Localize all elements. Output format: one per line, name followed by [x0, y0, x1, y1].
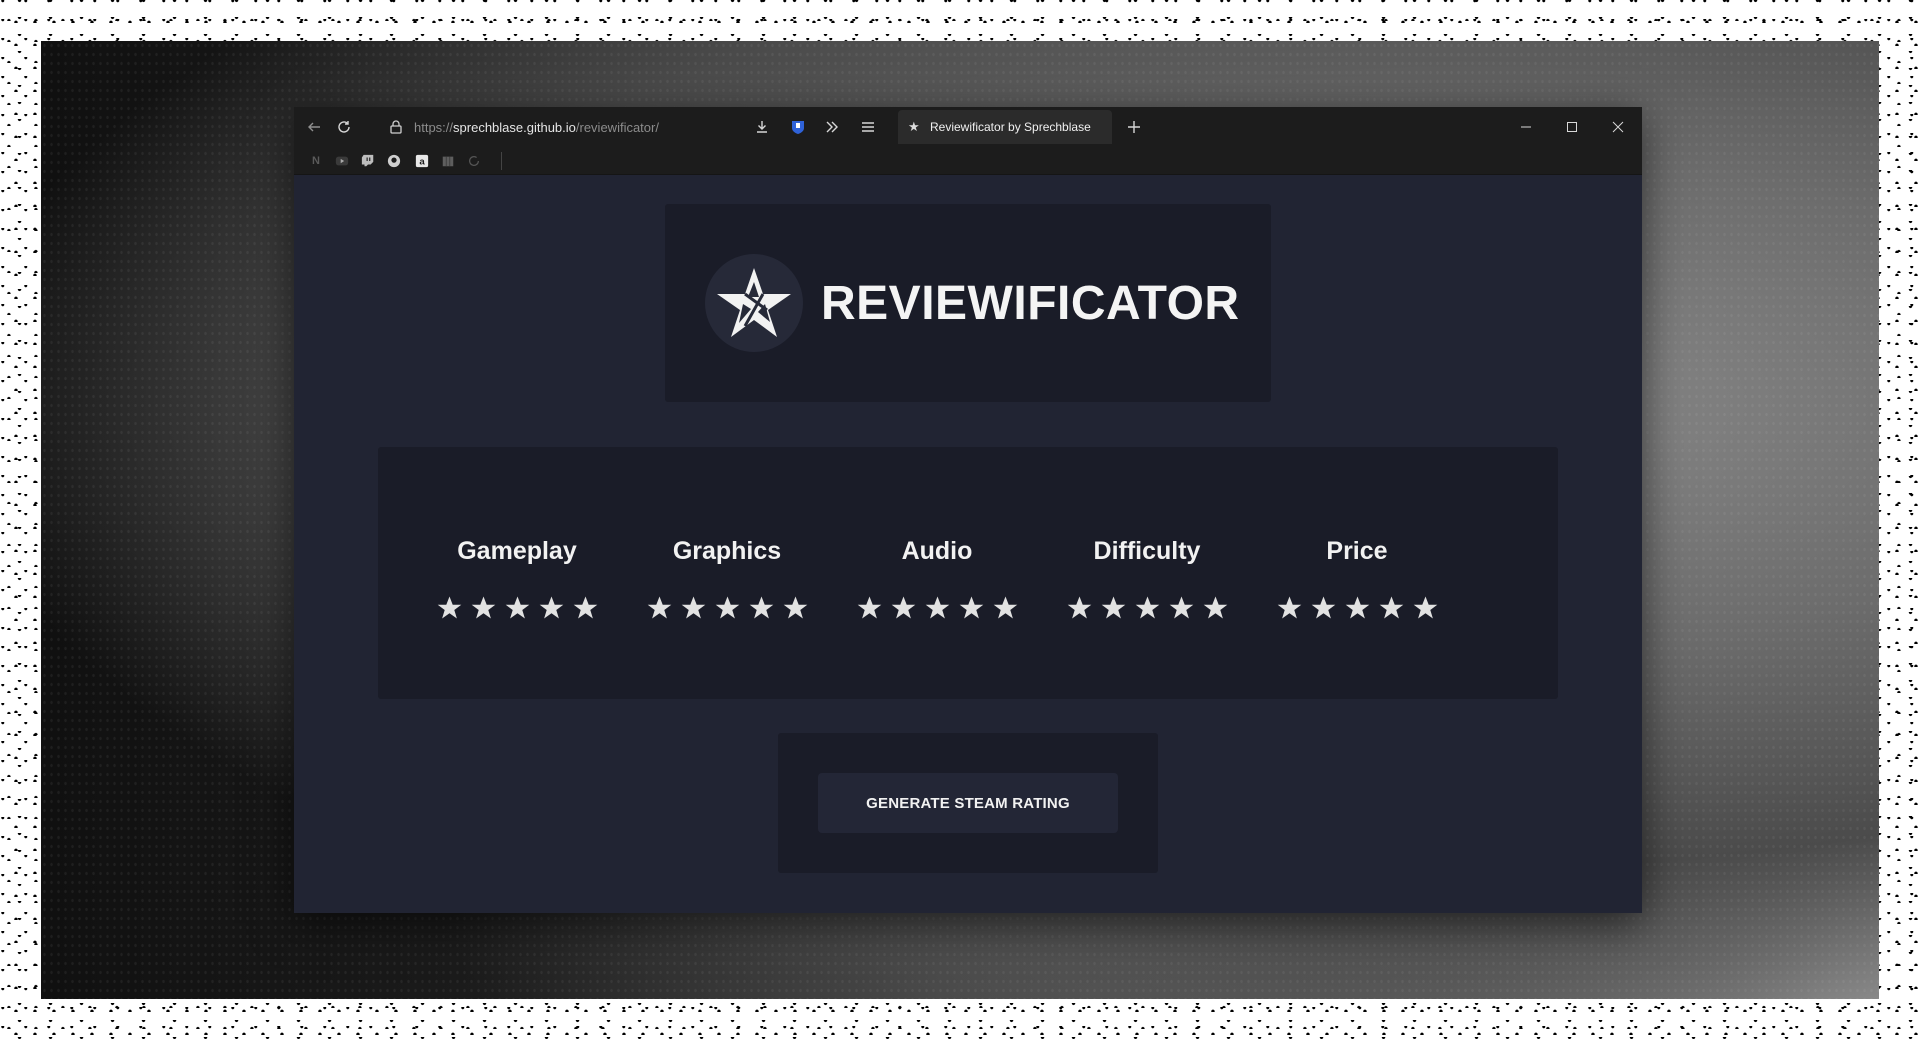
star-icon[interactable]: [470, 595, 497, 622]
star-icon[interactable]: [958, 595, 985, 622]
star-icon[interactable]: [856, 595, 883, 622]
tab-reviewificator[interactable]: ★ Reviewificator by Sprechblase: [898, 110, 1112, 144]
action-panel: GENERATE STEAM RATING: [778, 733, 1158, 873]
star-icon[interactable]: [992, 595, 1019, 622]
star-icon[interactable]: [1168, 595, 1195, 622]
star-icon[interactable]: [1134, 595, 1161, 622]
tab-star-icon: ★: [908, 119, 920, 134]
bookmarks-separator: [501, 152, 502, 170]
star-icon[interactable]: [1412, 595, 1439, 622]
ratings-panel: Gameplay Graphics Audio Difficulty Price: [378, 447, 1558, 699]
github-icon[interactable]: [386, 153, 402, 169]
star-icon[interactable]: [436, 595, 463, 622]
category-gameplay: Gameplay: [412, 537, 622, 622]
star-icon[interactable]: [504, 595, 531, 622]
back-icon[interactable]: [302, 115, 326, 139]
svg-text:a: a: [419, 157, 425, 168]
maximize-icon[interactable]: [1557, 115, 1587, 139]
chevron-double-right-icon[interactable]: [820, 115, 844, 139]
download-icon[interactable]: [750, 115, 774, 139]
star-logo-icon: [705, 254, 803, 352]
generate-steam-rating-button[interactable]: GENERATE STEAM RATING: [818, 773, 1118, 833]
star-icon[interactable]: [646, 595, 673, 622]
browser-window: https://sprechblase.github.io/reviewific…: [294, 107, 1642, 913]
url-host: sprechblase.github.io: [453, 119, 576, 135]
star-icon[interactable]: [1100, 595, 1127, 622]
star-icon[interactable]: [1276, 595, 1303, 622]
star-rating: [622, 595, 832, 622]
star-icon[interactable]: [1378, 595, 1405, 622]
category-label: Graphics: [672, 537, 782, 565]
reload-icon[interactable]: [332, 115, 356, 139]
category-audio: Audio: [832, 537, 1042, 622]
folder-icon[interactable]: [440, 153, 456, 169]
lock-icon: [390, 120, 402, 134]
star-icon[interactable]: [572, 595, 599, 622]
star-rating: [832, 595, 1042, 622]
tab-title: Reviewificator by Sprechblase: [930, 120, 1091, 134]
page-viewport: REVIEWIFICATOR Gameplay Graphics Audio Diff…: [294, 175, 1642, 913]
star-rating: [1252, 595, 1462, 622]
amazon-icon[interactable]: a: [414, 153, 430, 169]
sync-icon[interactable]: [466, 153, 482, 169]
url-path: /reviewificator/: [575, 119, 659, 135]
url-scheme: https://: [414, 119, 454, 135]
star-rating: [1042, 595, 1252, 622]
star-icon[interactable]: [714, 595, 741, 622]
category-difficulty: Difficulty: [1042, 537, 1252, 622]
category-price: Price: [1252, 537, 1462, 622]
youtube-icon[interactable]: [334, 153, 350, 169]
netflix-icon[interactable]: N: [308, 153, 324, 169]
star-icon[interactable]: [1310, 595, 1337, 622]
address-bar[interactable]: https://sprechblase.github.io/reviewific…: [388, 115, 788, 139]
hamburger-menu-icon[interactable]: [856, 115, 880, 139]
category-graphics: Graphics: [622, 537, 832, 622]
star-icon[interactable]: [1344, 595, 1371, 622]
star-icon[interactable]: [782, 595, 809, 622]
star-icon[interactable]: [538, 595, 565, 622]
browser-toolbar: https://sprechblase.github.io/reviewific…: [294, 107, 1642, 147]
minimize-icon[interactable]: [1511, 115, 1541, 139]
category-label: Difficulty: [1093, 537, 1201, 565]
star-icon[interactable]: [680, 595, 707, 622]
close-icon[interactable]: [1603, 115, 1633, 139]
star-icon[interactable]: [1202, 595, 1229, 622]
star-icon[interactable]: [748, 595, 775, 622]
shield-extension-icon[interactable]: [786, 115, 810, 139]
category-label: Audio: [901, 537, 973, 565]
bookmarks-bar: N a: [294, 147, 1642, 175]
category-label: Price: [1326, 537, 1388, 565]
plus-icon[interactable]: [1122, 115, 1146, 139]
star-icon[interactable]: [890, 595, 917, 622]
app-title: REVIEWIFICATOR: [821, 277, 1240, 330]
category-label: Gameplay: [457, 537, 577, 565]
twitch-icon[interactable]: [360, 153, 376, 169]
star-icon[interactable]: [1066, 595, 1093, 622]
star-icon[interactable]: [924, 595, 951, 622]
logo-panel: REVIEWIFICATOR: [665, 204, 1271, 402]
star-rating: [412, 595, 622, 622]
